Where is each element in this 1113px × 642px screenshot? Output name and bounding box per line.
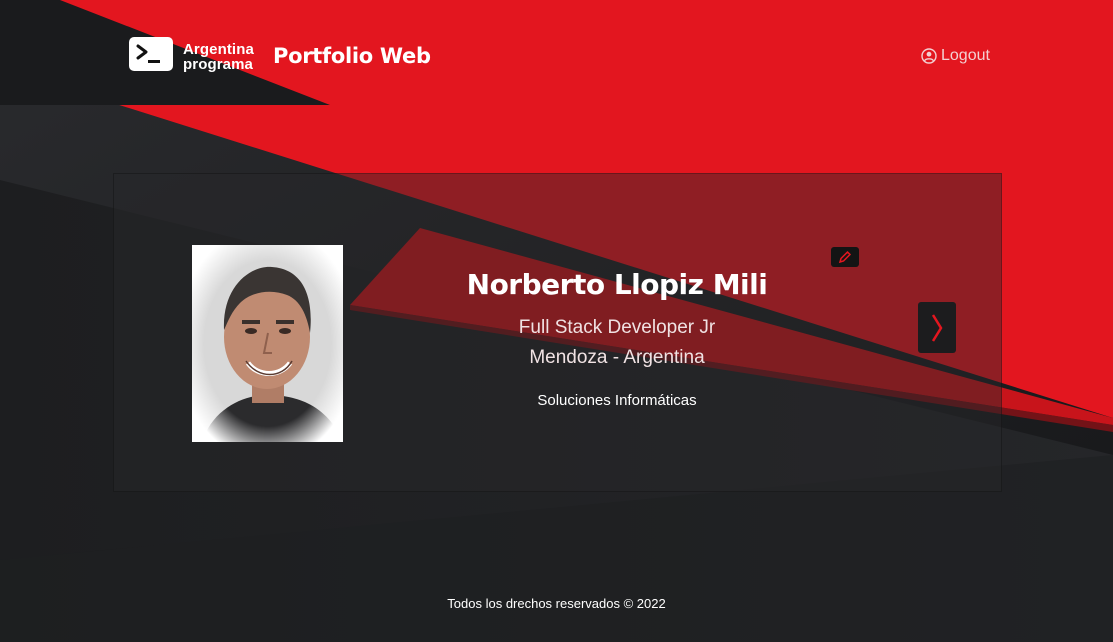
edit-button[interactable] <box>831 247 859 267</box>
next-button[interactable] <box>918 302 956 353</box>
header: Argentina programa Portfolio Web Logout <box>0 0 1113 110</box>
logout-button[interactable]: Logout <box>921 47 990 65</box>
profile-location: Mendoza - Argentina <box>529 347 705 368</box>
brand-line-2: programa <box>183 56 253 73</box>
profile-name: Norberto Llopiz Mili <box>466 268 768 301</box>
user-circle-icon <box>921 48 937 64</box>
site-title[interactable]: Portfolio Web <box>273 44 431 68</box>
brand-name[interactable]: Argentina programa <box>183 42 254 72</box>
profile-photo <box>192 245 343 442</box>
terminal-icon[interactable] <box>129 37 173 71</box>
profile-job-title: Full Stack Developer Jr <box>518 317 716 338</box>
footer-text: Todos los drechos reservados © 2022 <box>447 596 666 611</box>
logout-label: Logout <box>941 47 990 64</box>
brand-line-1: Argentina <box>183 41 254 58</box>
chevron-right-icon <box>931 314 943 342</box>
profile-company: Soluciones Informáticas <box>537 392 697 409</box>
pencil-icon <box>838 250 852 264</box>
